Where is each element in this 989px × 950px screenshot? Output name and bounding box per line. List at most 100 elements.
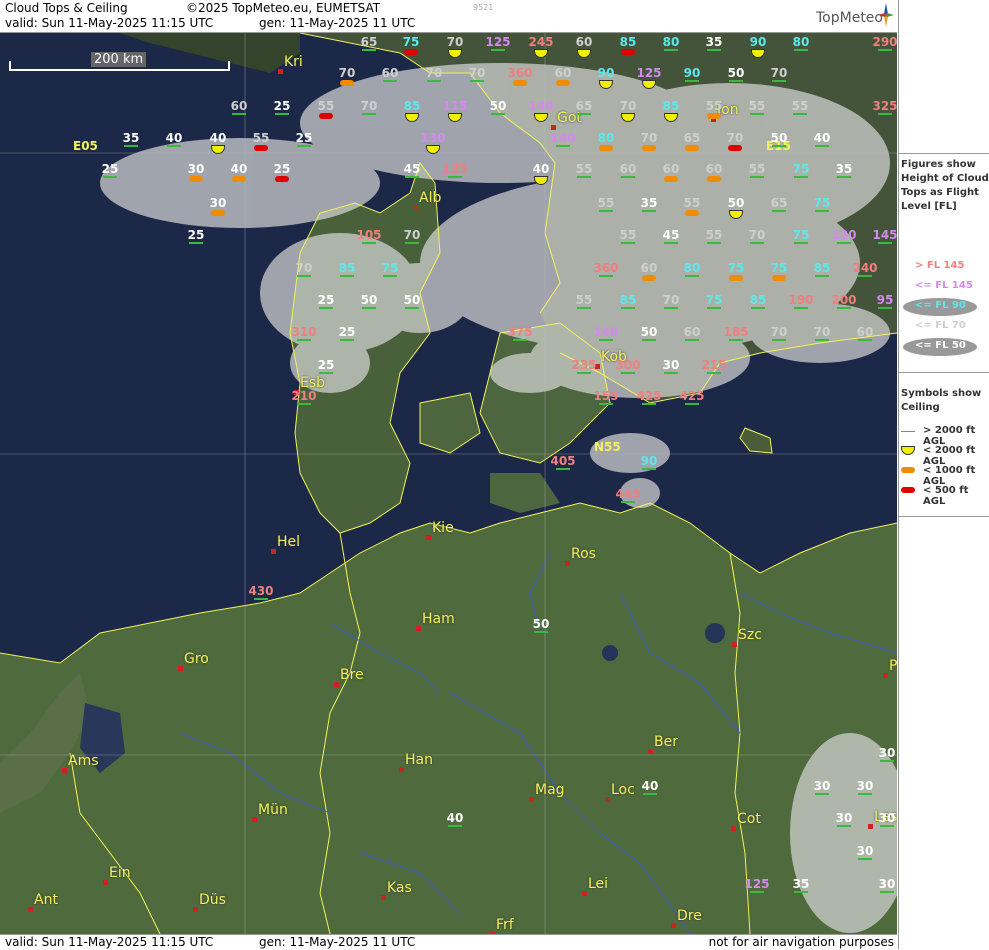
- city-label: Bre: [340, 667, 364, 683]
- cloud-top-value: 40: [446, 811, 464, 825]
- cloud-top-marker: 45: [398, 163, 426, 178]
- cloud-top-marker: 310: [290, 326, 318, 341]
- cloud-top-value: 30: [835, 811, 853, 825]
- cloud-top-value: 55: [748, 162, 766, 176]
- cloud-top-value: 75: [792, 228, 810, 242]
- red-pill-icon: [901, 487, 915, 493]
- legend-symbols-title: Symbols show Ceiling: [901, 388, 982, 413]
- cloud-top-value: 65: [683, 131, 701, 145]
- cloud-top-value: 290: [872, 35, 897, 49]
- cloud-top-marker: 90: [678, 67, 706, 82]
- cloud-top-marker: 290: [871, 36, 897, 51]
- ceiling-symbol-icon: [621, 113, 635, 122]
- cloud-top-value: 75: [770, 261, 788, 275]
- cloud-top-value: 90: [640, 454, 658, 468]
- cloud-top-marker: 70: [398, 229, 426, 244]
- legend-fl-label: <= FL 145: [915, 280, 973, 291]
- ceiling-line-icon: [750, 891, 764, 893]
- cloud-top-value: 245: [528, 35, 554, 49]
- ceiling-symbol-icon: [729, 210, 743, 219]
- ceiling-symbol-icon: [707, 176, 721, 182]
- cloud-top-value: 105: [356, 228, 382, 242]
- ceiling-line-icon: [772, 339, 786, 341]
- ceiling-line-icon: [124, 145, 138, 147]
- cloud-top-value: 35: [705, 35, 723, 49]
- ceiling-symbol-icon: [599, 80, 613, 89]
- cloud-top-marker: 60: [678, 326, 706, 341]
- cloud-top-marker: 65: [570, 100, 598, 115]
- legend-symbol-item: < 1000 ft AGL: [901, 463, 987, 487]
- cloud-top-marker: 30: [873, 747, 897, 762]
- cloud-top-marker: 445: [614, 488, 642, 503]
- cloud-top-marker: 70: [743, 229, 771, 244]
- ceiling-line-icon: [815, 793, 829, 795]
- ceiling-symbol-icon: [534, 49, 548, 58]
- cloud-top-marker: 40: [636, 780, 664, 795]
- city-marker: [178, 666, 183, 671]
- cloud-top-marker: 40: [225, 163, 253, 182]
- cloud-top-marker: 95: [871, 294, 897, 309]
- cloud-top-marker: 30: [204, 197, 232, 216]
- ceiling-line-icon: [837, 176, 851, 178]
- legend-fl-item: <= FL 90: [901, 298, 987, 316]
- cloud-top-marker: 55: [700, 100, 728, 119]
- cloud-top-value: 425: [636, 389, 662, 403]
- cloud-top-value: 70: [446, 35, 464, 49]
- city-marker: [551, 125, 556, 130]
- ceiling-line-icon: [491, 113, 505, 115]
- city-marker: [381, 895, 386, 900]
- ceiling-line-icon: [664, 372, 678, 374]
- cloud-top-value: 70: [813, 325, 831, 339]
- ceiling-line-icon: [772, 145, 786, 147]
- ceiling-line-icon: [664, 307, 678, 309]
- cloud-top-value: 50: [727, 66, 745, 80]
- ceiling-line-icon: [858, 793, 872, 795]
- cloud-top-value: 60: [554, 66, 572, 80]
- cloud-top-value: 75: [402, 35, 420, 49]
- cloud-top-value: 85: [403, 99, 421, 113]
- legend-symbol-label: < 500 ft AGL: [923, 485, 969, 507]
- cloud-top-marker: 25: [268, 163, 296, 182]
- city-marker: [648, 749, 653, 754]
- city-label: Alb: [419, 190, 442, 206]
- cloud-top-value: 445: [615, 487, 641, 501]
- cloud-top-value: 25: [101, 162, 119, 176]
- cloud-top-marker: 75: [376, 262, 404, 277]
- cloud-top-value: 300: [615, 358, 641, 372]
- cloud-top-marker: 425: [635, 390, 663, 405]
- cloud-top-value: 85: [619, 35, 637, 49]
- cloud-top-marker: 55: [700, 229, 728, 244]
- scale-label: 200 km: [91, 52, 147, 67]
- cloud-top-value: 50: [532, 617, 550, 631]
- ceiling-line-icon: [880, 825, 894, 827]
- cloud-top-marker: 360: [592, 262, 620, 277]
- footer-generated-time: gen: 11-May-2025 11 UTC: [259, 935, 416, 949]
- cloud-top-marker: 35: [117, 132, 145, 147]
- map-area[interactable]: 200 km E05 E15 N55 KriGotJonAlbEsbKobHel…: [0, 33, 897, 934]
- cloud-top-value: 135: [442, 162, 468, 176]
- cloud-top-marker: 75: [787, 163, 815, 178]
- orange-pill-icon: [901, 467, 915, 473]
- cloud-top-value: 85: [662, 99, 680, 113]
- ceiling-line-icon: [599, 339, 613, 341]
- cloud-top-value: 80: [683, 261, 701, 275]
- legend-fl-item: <= FL 145: [901, 278, 987, 296]
- legend-fl-label: <= FL 50: [915, 340, 966, 351]
- cloud-top-marker: 105: [355, 229, 383, 244]
- ceiling-line-icon: [707, 372, 721, 374]
- cloud-top-marker: 215: [700, 359, 728, 374]
- cloud-top-value: 30: [878, 877, 896, 891]
- city-label: Loc: [611, 782, 635, 798]
- ceiling-line-icon: [362, 49, 376, 51]
- city-marker: [883, 673, 888, 678]
- ceiling-line-icon: [599, 275, 613, 277]
- cloud-top-marker: 55: [570, 163, 598, 178]
- city-label: Mün: [258, 802, 288, 818]
- cloud-top-value: 55: [705, 99, 723, 113]
- cloud-top-value: 55: [597, 196, 615, 210]
- city-marker: [605, 797, 610, 802]
- cloud-top-value: 25: [187, 228, 205, 242]
- city-label: Ros: [571, 546, 596, 562]
- ceiling-symbol-icon: [448, 49, 462, 58]
- disclaimer: not for air navigation purposes: [708, 935, 894, 949]
